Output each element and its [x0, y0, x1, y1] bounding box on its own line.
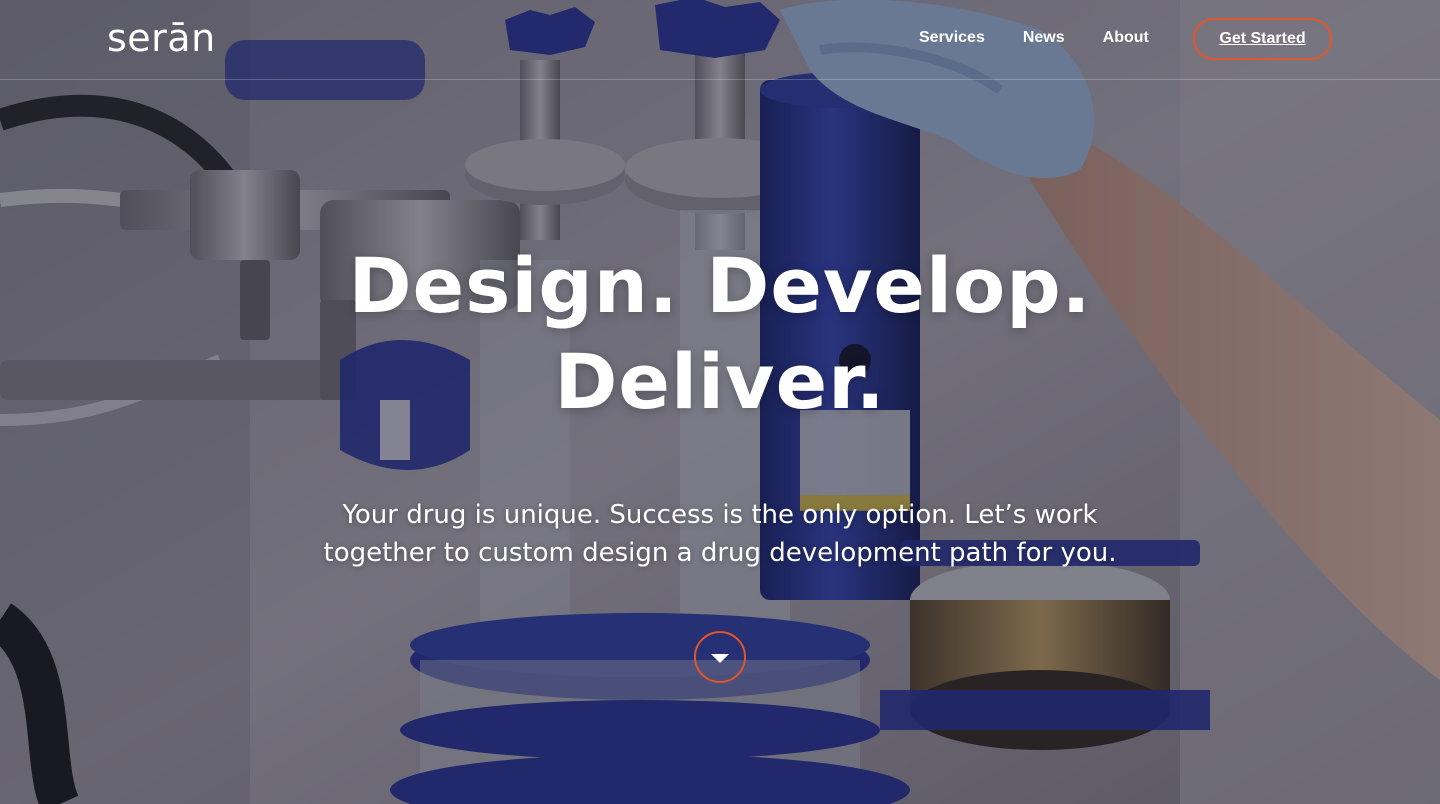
site-header: serān Services News About Get Started	[0, 0, 1440, 80]
hero-title-line-2: Deliver.	[554, 337, 886, 426]
hero-subtitle: Your drug is unique. Success is the only…	[300, 496, 1140, 572]
nav-link-news[interactable]: News	[1023, 28, 1065, 48]
logo-text: serān	[107, 16, 216, 60]
scroll-down-button[interactable]	[694, 631, 746, 683]
get-started-button[interactable]: Get Started	[1193, 18, 1332, 60]
main-nav: Services News About	[919, 28, 1149, 48]
chevron-down-icon	[711, 654, 729, 663]
nav-link-about[interactable]: About	[1103, 28, 1149, 48]
hero-title: Design. Develop. Deliver.	[320, 238, 1120, 430]
nav-link-services[interactable]: Services	[919, 28, 985, 48]
hero-title-line-1: Design. Develop.	[348, 241, 1092, 330]
seran-logo[interactable]: serān	[107, 16, 227, 60]
hero-subtitle-line-2: together to custom design a drug develop…	[323, 538, 1117, 568]
hero-subtitle-line-1: Your drug is unique. Success is the only…	[342, 500, 1098, 530]
